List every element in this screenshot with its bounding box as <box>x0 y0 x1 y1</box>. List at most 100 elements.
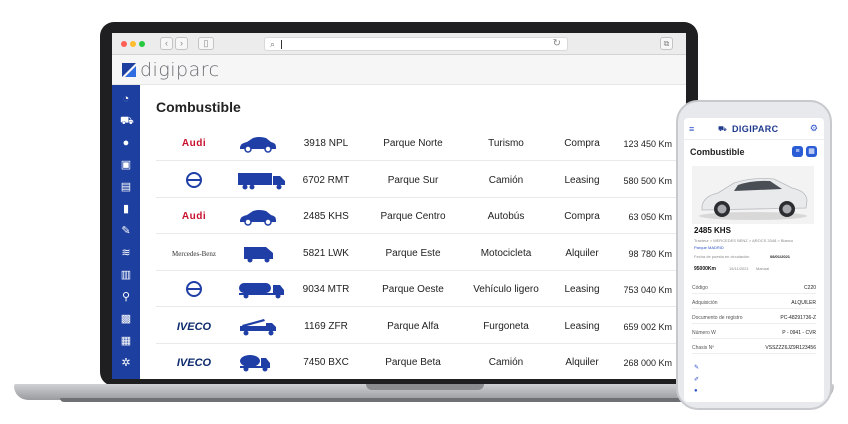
reload-icon[interactable]: ↻ <box>553 38 561 50</box>
detail-field: Documento de registro PC-48291736-Z <box>692 312 816 324</box>
table-row[interactable]: Audi 3918 NPL Parque Norte Turismo Compra 123… <box>156 127 676 161</box>
detail-field: Código C220 <box>692 282 816 294</box>
layers-icon[interactable]: ≋ <box>120 247 132 259</box>
table-row[interactable]: Mercedes-Benz 5821 LWK Parque Este Motocicl… <box>156 237 676 271</box>
detail-field-value: VSSZZZ6JZ9R123456 <box>765 345 816 351</box>
table-row[interactable]: 9034 MTR Parque Oeste Vehículo ligero Leasi… <box>156 273 676 307</box>
fuel-pump-icon[interactable]: ▮ <box>120 203 132 215</box>
sidebar: ◔ ⛟ ● ▣ ▤ ▮ ✎ ≋ ▥ ⚲ ▩ ▦ ✲ <box>112 85 140 379</box>
phone-date-label: Fecha de puesta en circulación <box>694 254 750 259</box>
settings-icon[interactable]: ⚙ <box>810 123 818 134</box>
laptop-notch <box>366 384 484 390</box>
phone-vehicle-park[interactable]: Parque MADRID <box>694 245 724 250</box>
laptop-screen: ‹ › ▯ ⌕ ↻ ⧉ digiparc ◔ ⛟ ● ▣ ▤ ▮ ✎ ≋ ▥ ⚲… <box>112 33 686 379</box>
mileage-cell: 580 500 Km <box>623 175 672 186</box>
vehicle-front-icon[interactable]: ▩ <box>120 313 132 325</box>
table-row[interactable]: 6702 RMT Parque Sur Camión Leasing 580 500 K… <box>156 164 676 198</box>
detail-field: Chasis Nº VSSZZZ6JZ9R123456 <box>692 342 816 354</box>
detail-field-value: PC-48291736-Z <box>780 315 816 321</box>
address-bar[interactable]: ⌕ ↻ <box>264 37 568 51</box>
plate-cell: 5821 LWK <box>303 247 349 259</box>
park-cell: Parque Centro <box>380 211 446 222</box>
sedan-icon <box>238 200 284 234</box>
sidebar-toggle-icon[interactable]: ▯ <box>198 37 214 50</box>
phone-vehicle-path: Tracteur > MERCEDES BENZ > AROCS 3348 > … <box>694 238 794 243</box>
page-title: Combustible <box>156 99 241 115</box>
building-icon[interactable]: ▥ <box>120 269 132 281</box>
mixer-truck-icon <box>238 346 284 379</box>
notes-icon[interactable]: ▦ <box>120 335 132 347</box>
menu-icon[interactable]: ≡ <box>689 124 694 134</box>
park-cell: Parque Sur <box>387 174 439 186</box>
grid-view-icon[interactable]: ▦ <box>806 146 817 157</box>
document-icon[interactable]: ▤ <box>120 181 132 193</box>
vehicle-type-cell: Camión <box>488 174 524 186</box>
mileage-cell: 753 040 Km <box>623 285 672 295</box>
car-icon[interactable]: ⛟ <box>120 115 134 127</box>
detail-field: Número W P - 0941 - CVR <box>692 327 816 339</box>
table-row[interactable]: Audi 2485 KHS Parque Centro Autobús Compra 63… <box>156 200 676 234</box>
brand-logo: IVECO <box>176 320 212 333</box>
gear-icon[interactable]: ✲ <box>120 357 132 369</box>
detail-field-label: Adquisición <box>692 300 718 306</box>
maximize-window-dot[interactable] <box>139 41 145 47</box>
sedan-icon <box>238 127 284 161</box>
plate-cell: 7450 BXC <box>303 357 349 368</box>
plate-cell: 2485 KHS <box>303 211 349 222</box>
park-cell: Parque Norte <box>383 138 443 149</box>
table-row[interactable]: IVECO 7450 BXC Parque Beta Camión Alquiler 26… <box>156 346 676 379</box>
plate-cell: 9034 MTR <box>302 284 350 295</box>
park-cell: Parque Alfa <box>387 320 439 332</box>
phone-date-value: 08/01/2021 <box>770 254 791 259</box>
detail-field-value: C220 <box>804 285 816 291</box>
brand-cell: IVECO <box>156 346 232 379</box>
pen-icon[interactable]: ✐ <box>694 376 699 383</box>
phone-km-value: 95000Km <box>694 266 716 272</box>
brand-cell <box>156 164 232 198</box>
vehicle-type-cell: Turismo <box>488 138 524 149</box>
text-cursor <box>281 40 282 49</box>
app-header: digiparc <box>112 55 686 85</box>
wrench-icon[interactable]: ✎ <box>120 225 132 237</box>
acquisition-mode-cell: Leasing <box>564 320 600 332</box>
location-pin-icon[interactable]: ⚲ <box>120 291 132 303</box>
forward-icon[interactable]: › <box>175 37 188 50</box>
mileage-cell: 123 450 Km <box>623 139 672 149</box>
phone-km-mode: Manual <box>756 266 770 271</box>
wrench-icon[interactable]: ✎ <box>694 364 699 371</box>
list-view-icon[interactable]: ≡ <box>792 146 803 157</box>
close-window-dot[interactable] <box>121 41 127 47</box>
park-cell: Parque Oeste <box>382 284 444 295</box>
minimize-window-dot[interactable] <box>130 41 136 47</box>
detail-field-label: Número W <box>692 330 716 336</box>
tabs-overview-icon[interactable]: ⧉ <box>660 37 673 50</box>
browser-toolbar: ‹ › ▯ ⌕ ↻ ⧉ <box>112 33 686 55</box>
detail-field: Adquisición ALQUILER <box>692 297 816 309</box>
acquisition-mode-cell: Leasing <box>564 284 600 295</box>
mileage-cell: 268 000 Km <box>623 358 672 368</box>
acquisition-mode-cell: Compra <box>564 138 600 149</box>
brand-cell: Audi <box>156 127 232 161</box>
table-row[interactable]: IVECO 1169 ZFR Parque Alfa Furgoneta Leasing… <box>156 310 676 344</box>
phone-header: ≡ ⛟ DIGIPARC ⚙ <box>684 118 824 140</box>
digiparc-logo-icon <box>122 63 136 77</box>
vehicle-type-cell: Camión <box>488 357 524 368</box>
vehicle-type-cell: Motocicleta <box>480 247 532 259</box>
device-mockup-stage: ‹ › ▯ ⌕ ↻ ⧉ digiparc ◔ ⛟ ● ▣ ▤ ▮ ✎ ≋ ▥ ⚲… <box>0 0 848 424</box>
user-icon[interactable]: ● <box>694 388 698 394</box>
phone-vehicle-plate: 2485 KHS <box>694 226 731 235</box>
user-icon[interactable]: ● <box>120 137 132 149</box>
back-icon[interactable]: ‹ <box>160 37 173 50</box>
mileage-cell: 63 050 Km <box>628 212 672 222</box>
detail-field-value: P - 0941 - CVR <box>782 330 816 336</box>
acquisition-mode-cell: Compra <box>564 211 600 222</box>
acquisition-mode-cell: Alquiler <box>565 357 599 368</box>
vehicle-type-cell: Vehículo ligero <box>473 284 539 295</box>
van-icon <box>238 237 284 271</box>
fuel-station-icon[interactable]: ▣ <box>120 159 132 171</box>
dashboard-icon[interactable]: ◔ <box>120 93 132 105</box>
brand-logo: IVECO <box>176 357 212 369</box>
mileage-cell: 98 780 Km <box>628 248 672 259</box>
vehicle-type-cell: Autobús <box>487 211 525 222</box>
mileage-cell: 659 002 Km <box>623 321 672 332</box>
